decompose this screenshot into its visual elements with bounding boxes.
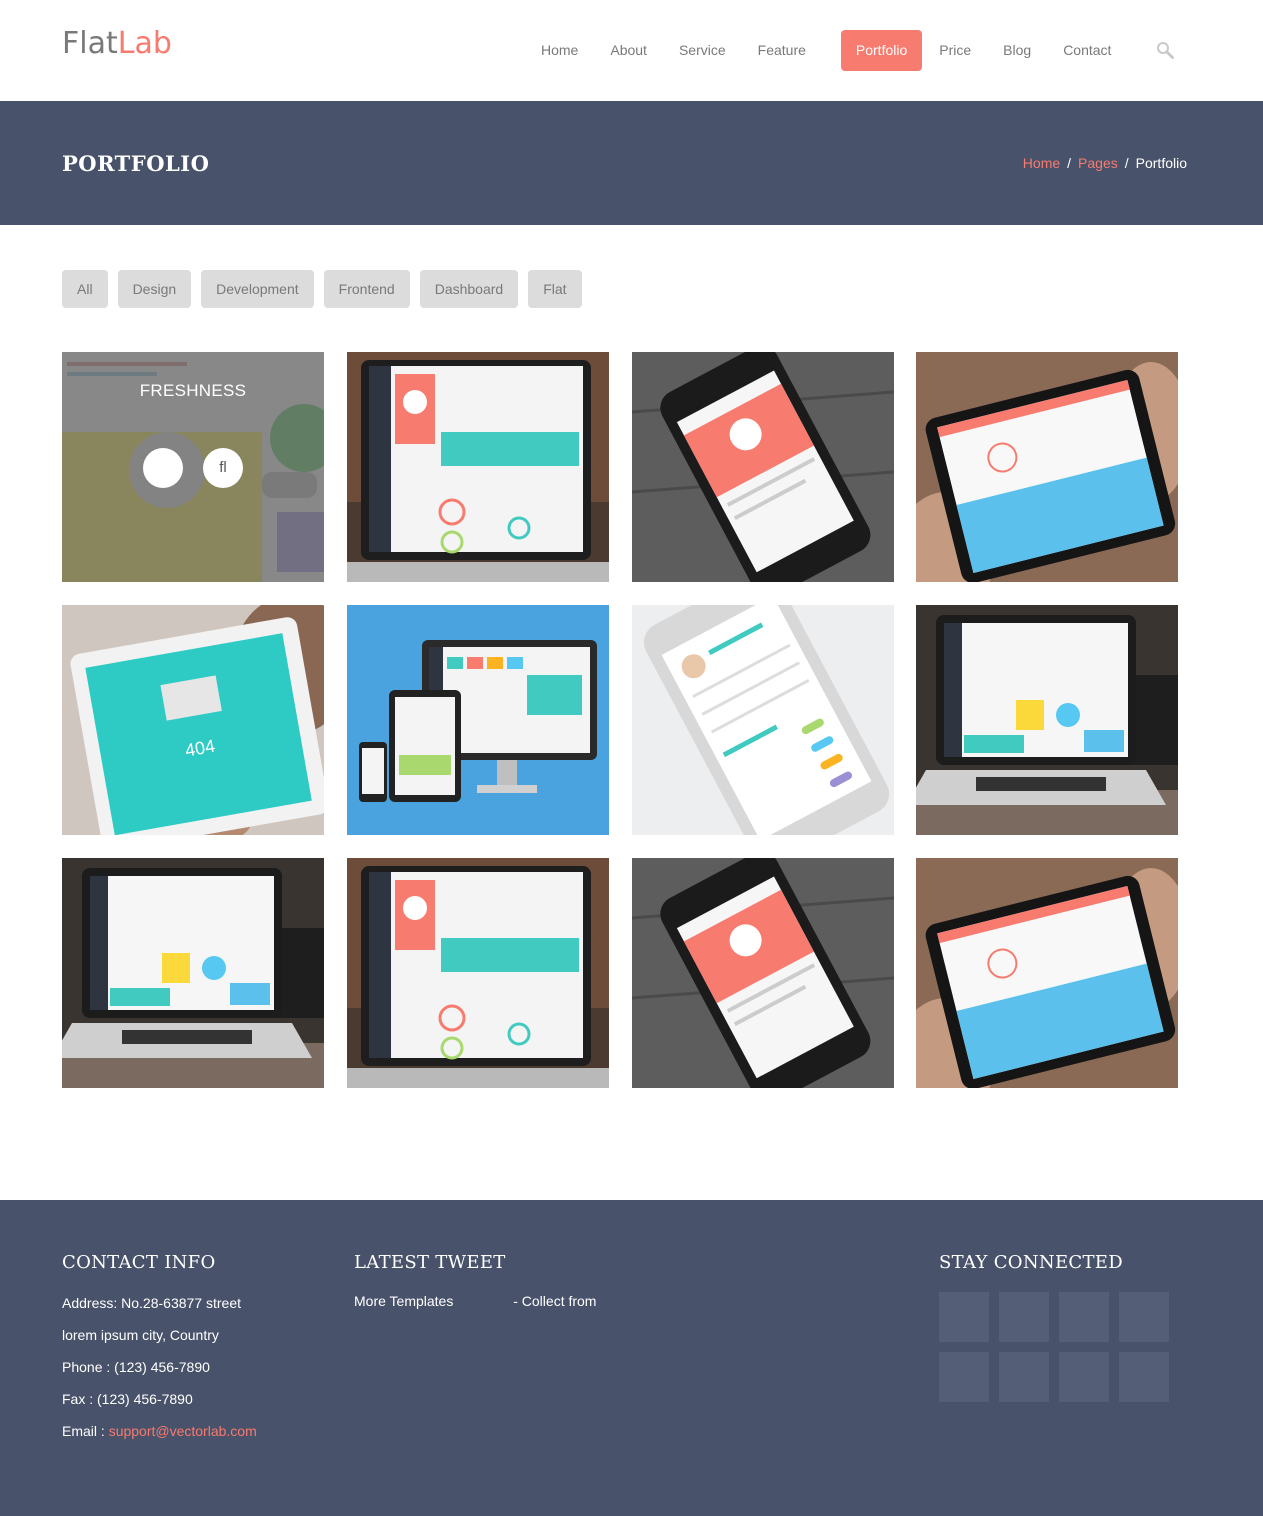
- social-icon[interactable]: [999, 1352, 1049, 1402]
- site-footer: CONTACT INFO Address: No.28-63877 street…: [0, 1200, 1263, 1516]
- social-icon[interactable]: [939, 1352, 989, 1402]
- link-button[interactable]: [143, 448, 183, 488]
- social-icon[interactable]: [1119, 1292, 1169, 1342]
- social-icon[interactable]: [939, 1292, 989, 1342]
- zoom-button[interactable]: fl: [203, 448, 243, 488]
- portfolio-image: [632, 858, 894, 1088]
- nav-about[interactable]: About: [594, 30, 663, 71]
- portfolio-image: [916, 605, 1178, 835]
- portfolio-image: [632, 352, 894, 582]
- breadcrumb: Home / Pages / Portfolio: [1023, 155, 1187, 171]
- portfolio-image: [347, 605, 609, 835]
- portfolio-image: 404: [62, 605, 324, 835]
- portfolio-image: [916, 858, 1178, 1088]
- tweet-text: More Templates - Collect from: [354, 1293, 596, 1309]
- contact-email-line: Email : support@vectorlab.com: [62, 1423, 257, 1439]
- page-title: PORTFOLIO: [62, 151, 210, 176]
- contact-info-heading: CONTACT INFO: [62, 1252, 216, 1273]
- hover-overlay: FRESHNESS fl: [62, 352, 324, 582]
- filter-flat[interactable]: Flat: [528, 270, 582, 308]
- tweet-part-2: - Collect from: [513, 1293, 597, 1309]
- social-icon[interactable]: [1059, 1292, 1109, 1342]
- filter-development[interactable]: Development: [201, 270, 314, 308]
- logo-part-2: Lab: [117, 26, 172, 61]
- portfolio-item[interactable]: [347, 605, 609, 835]
- portfolio-item[interactable]: [632, 605, 894, 835]
- portfolio-image: [916, 352, 1178, 582]
- portfolio-image: [62, 858, 324, 1088]
- portfolio-filters: All Design Development Frontend Dashboar…: [62, 270, 582, 308]
- item-title: FRESHNESS: [139, 381, 247, 400]
- filter-dashboard[interactable]: Dashboard: [419, 270, 519, 308]
- contact-phone: Phone : (123) 456-7890: [62, 1359, 210, 1375]
- portfolio-image: [347, 858, 609, 1088]
- breadcrumb-separator: /: [1067, 155, 1072, 171]
- nav-portfolio[interactable]: Portfolio: [840, 30, 923, 71]
- portfolio-item[interactable]: [62, 858, 324, 1088]
- social-icon[interactable]: [1059, 1352, 1109, 1402]
- portfolio-image: [632, 605, 894, 835]
- nav-price[interactable]: Price: [923, 30, 987, 71]
- portfolio-item[interactable]: [916, 605, 1178, 835]
- site-header: FlatLab Home About Service Feature Portf…: [0, 0, 1263, 101]
- contact-fax: Fax : (123) 456-7890: [62, 1391, 193, 1407]
- portfolio-image: [347, 352, 609, 582]
- breadcrumb-separator: /: [1124, 155, 1129, 171]
- portfolio-item[interactable]: 404: [62, 605, 324, 835]
- social-icon[interactable]: [1119, 1352, 1169, 1402]
- logo-part-1: Flat: [62, 26, 118, 61]
- latest-tweet-heading: LATEST TWEET: [354, 1252, 506, 1273]
- social-icon[interactable]: [999, 1292, 1049, 1342]
- portfolio-item[interactable]: [916, 858, 1178, 1088]
- nav-blog[interactable]: Blog: [987, 30, 1047, 71]
- email-label: Email :: [62, 1423, 109, 1439]
- tweet-part-1[interactable]: More Templates: [354, 1293, 457, 1309]
- portfolio-item[interactable]: FRESHNESS fl: [62, 352, 324, 582]
- portfolio-item[interactable]: [632, 352, 894, 582]
- contact-address: Address: No.28-63877 street: [62, 1295, 241, 1311]
- page-header-band: PORTFOLIO Home / Pages / Portfolio: [0, 101, 1263, 225]
- stay-connected-heading: STAY CONNECTED: [939, 1252, 1123, 1273]
- filter-all[interactable]: All: [62, 270, 108, 308]
- contact-city: lorem ipsum city, Country: [62, 1327, 219, 1343]
- email-link[interactable]: support@vectorlab.com: [109, 1423, 257, 1439]
- nav-feature[interactable]: Feature: [742, 30, 822, 71]
- breadcrumb-home[interactable]: Home: [1023, 155, 1060, 171]
- portfolio-item[interactable]: [347, 858, 609, 1088]
- breadcrumb-current: Portfolio: [1135, 155, 1187, 171]
- portfolio-item[interactable]: [632, 858, 894, 1088]
- search-icon[interactable]: [1156, 41, 1174, 59]
- portfolio-item[interactable]: [916, 352, 1178, 582]
- breadcrumb-pages[interactable]: Pages: [1078, 155, 1118, 171]
- portfolio-item[interactable]: [347, 352, 609, 582]
- nav-contact[interactable]: Contact: [1047, 30, 1127, 71]
- logo[interactable]: FlatLab: [62, 26, 172, 61]
- main-nav: Home About Service Feature Portfolio Pri…: [525, 30, 1127, 71]
- nav-home[interactable]: Home: [525, 30, 594, 71]
- nav-service[interactable]: Service: [663, 30, 742, 71]
- filter-frontend[interactable]: Frontend: [323, 270, 410, 308]
- filter-design[interactable]: Design: [117, 270, 192, 308]
